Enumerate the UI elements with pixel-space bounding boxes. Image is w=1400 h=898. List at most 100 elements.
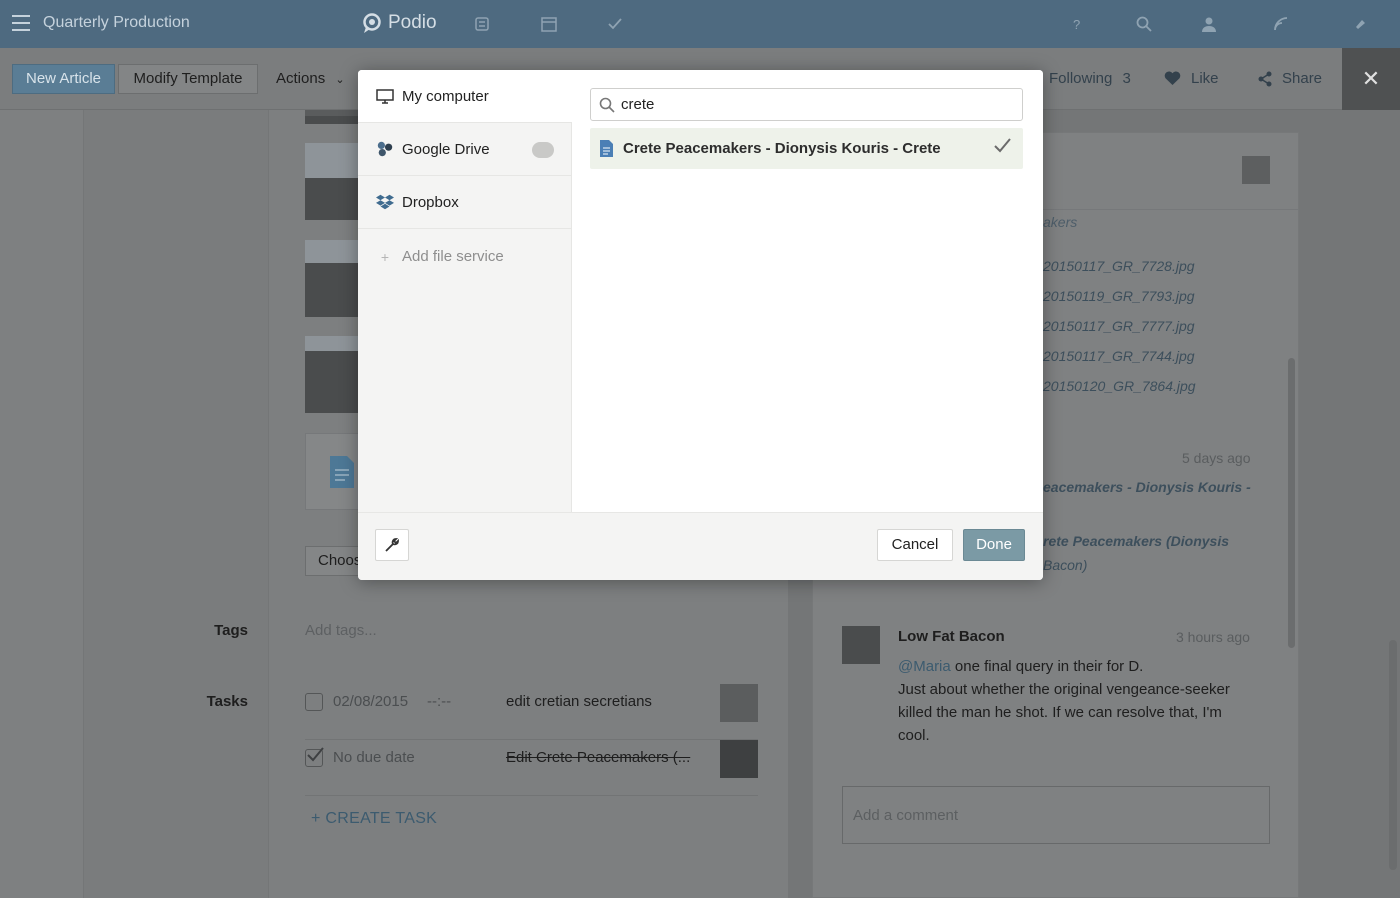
share-button[interactable]: Share: [1258, 70, 1322, 87]
calendar-icon[interactable]: [540, 15, 558, 33]
actions-dropdown[interactable]: Actions ⌄: [276, 70, 345, 87]
file-result-row[interactable]: Crete Peacemakers - Dionysis Kouris - Cr…: [590, 128, 1023, 169]
chevron-down-icon: ⌄: [335, 74, 345, 86]
activity-event-text[interactable]: eacemakers - Dionysis Kouris -: [1043, 479, 1251, 495]
menu-icon[interactable]: [12, 15, 30, 31]
podio-logo[interactable]: Podio: [362, 11, 437, 35]
activity-timestamp: 5 days ago: [1182, 450, 1251, 466]
sync-status-icon: [532, 142, 554, 158]
task-due-date: 02/08/2015: [333, 693, 409, 710]
check-icon: [307, 747, 324, 762]
service-dropbox[interactable]: Dropbox: [358, 176, 572, 229]
done-button[interactable]: Done: [963, 529, 1025, 561]
dropbox-icon: [376, 193, 394, 211]
file-link[interactable]: 20150120_GR_7864.jpg: [1043, 378, 1196, 394]
avatar: [720, 684, 758, 722]
choose-file-button[interactable]: Choose: [305, 546, 359, 576]
notifications-icon[interactable]: [1350, 15, 1368, 33]
file-search-box[interactable]: [590, 88, 1023, 121]
service-label: My computer: [402, 87, 489, 105]
tasks-label: Tasks: [206, 693, 248, 710]
help-icon[interactable]: ?: [1068, 15, 1086, 33]
comment-body: @Maria one final query in their for D. Ju…: [898, 655, 1238, 747]
task-row[interactable]: No due date Edit Crete Peacemakers (...: [305, 740, 758, 796]
following-count: 3: [1122, 70, 1131, 87]
activity-event-text: Bacon): [1043, 557, 1088, 573]
like-button[interactable]: Like: [1164, 70, 1219, 87]
task-title[interactable]: Edit Crete Peacemakers (...: [506, 749, 690, 766]
image-thumbnail[interactable]: [305, 110, 358, 124]
plus-icon: +: [380, 248, 390, 265]
file-browser: Crete Peacemakers - Dionysis Kouris - Cr…: [572, 70, 1043, 512]
actions-label: Actions: [276, 70, 326, 87]
add-service-label: Add file service: [402, 248, 504, 265]
comment-text: one final query in their for D.: [950, 658, 1144, 675]
comment-author[interactable]: Low Fat Bacon: [898, 628, 1005, 645]
document-icon: [330, 456, 354, 488]
contacts-icon[interactable]: [1200, 15, 1218, 33]
modify-template-button[interactable]: Modify Template: [118, 64, 258, 94]
mention-link[interactable]: @Maria: [898, 658, 951, 675]
image-thumbnail[interactable]: [305, 336, 358, 413]
file-picker-dialog: My computer Google Drive Dropbox + Add f…: [358, 70, 1043, 580]
google-drive-icon: [376, 140, 394, 158]
task-title[interactable]: edit cretian secretians: [506, 693, 652, 710]
monitor-icon: [376, 87, 394, 105]
activity-event-text[interactable]: rete Peacemakers (Dionysis: [1043, 533, 1229, 549]
file-link[interactable]: 20150117_GR_7777.jpg: [1043, 318, 1195, 334]
workspace-title[interactable]: Quarterly Production: [43, 14, 190, 32]
search-icon[interactable]: [1135, 15, 1153, 33]
create-task-link[interactable]: + CREATE TASK: [311, 810, 437, 828]
task-checkbox[interactable]: [305, 693, 323, 711]
activity-icon[interactable]: [1272, 15, 1290, 33]
cancel-button[interactable]: Cancel: [877, 529, 953, 561]
dialog-footer: Cancel Done: [358, 512, 1043, 580]
search-icon: [599, 97, 615, 113]
heart-icon: [1164, 71, 1181, 85]
service-label: Google Drive: [402, 140, 490, 158]
avatar[interactable]: [1242, 156, 1270, 184]
left-gutter: [0, 110, 84, 898]
task-row[interactable]: 02/08/2015 --:-- edit cretian secretians: [305, 684, 758, 740]
tasks-icon[interactable]: [606, 15, 624, 33]
task-checkbox[interactable]: [305, 747, 324, 767]
image-thumbnail[interactable]: [305, 143, 358, 220]
file-link[interactable]: 20150119_GR_7793.jpg: [1043, 288, 1195, 304]
new-article-button[interactable]: New Article: [12, 64, 115, 94]
file-link[interactable]: 20150117_GR_7744.jpg: [1043, 348, 1195, 364]
activity-scrollbar[interactable]: [1288, 358, 1295, 648]
top-bar: Quarterly Production Podio ?: [0, 0, 1400, 48]
page-scrollbar[interactable]: [1389, 640, 1397, 870]
service-google-drive[interactable]: Google Drive: [358, 123, 572, 176]
service-label: Dropbox: [402, 193, 459, 211]
activity-title-fragment: akers: [1043, 214, 1078, 230]
logo-text: Podio: [388, 12, 437, 33]
service-my-computer[interactable]: My computer: [358, 70, 572, 123]
podio-logo-icon: [363, 13, 381, 33]
add-comment-input[interactable]: Add a comment: [842, 786, 1270, 844]
following-button[interactable]: Following 3: [1049, 70, 1131, 87]
checkmark-icon: [994, 138, 1011, 153]
wrench-icon: [385, 538, 399, 552]
comment-timestamp: 3 hours ago: [1176, 629, 1250, 645]
like-label: Like: [1191, 70, 1219, 87]
share-icon: [1258, 71, 1272, 86]
apps-icon[interactable]: [473, 15, 491, 33]
svg-text:?: ?: [1073, 17, 1080, 32]
avatar[interactable]: [842, 626, 880, 664]
share-label: Share: [1282, 70, 1323, 87]
task-due-date: No due date: [333, 749, 415, 766]
image-thumbnail[interactable]: [305, 240, 358, 317]
file-search-input[interactable]: [621, 96, 1001, 113]
add-file-service-button[interactable]: + Add file service: [358, 230, 572, 283]
file-result-title: Crete Peacemakers - Dionysis Kouris - Cr…: [623, 140, 941, 157]
file-link[interactable]: 20150117_GR_7728.jpg: [1043, 258, 1195, 274]
file-service-list: My computer Google Drive Dropbox + Add f…: [358, 70, 572, 512]
following-label: Following: [1049, 70, 1113, 87]
tags-input[interactable]: Add tags...: [305, 622, 377, 639]
close-icon[interactable]: ✕: [1342, 48, 1400, 110]
tags-label: Tags: [214, 622, 248, 639]
document-attachment[interactable]: [305, 433, 359, 510]
settings-button[interactable]: [375, 529, 409, 561]
task-due-time: --:--: [427, 693, 452, 710]
